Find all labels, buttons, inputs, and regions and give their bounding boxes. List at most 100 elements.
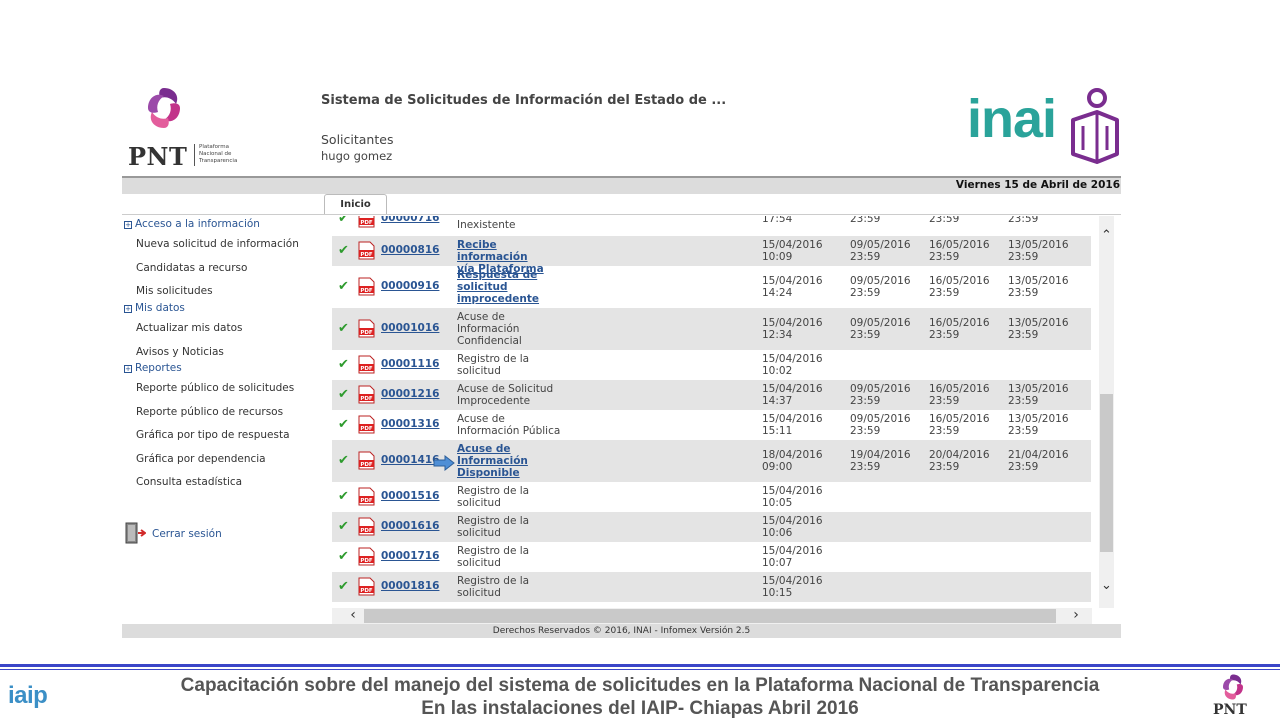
sidebar: + Acceso a la información Nueva solicitud… <box>122 216 324 626</box>
sidebar-item-reporte-solicitudes[interactable]: Reporte público de solicitudes <box>136 382 294 394</box>
svg-text:PDF: PDF <box>360 558 373 564</box>
sidebar-item-grafica-respuesta[interactable]: Gráfica por tipo de respuesta <box>136 429 290 441</box>
status-cell: Información Inexistente <box>457 216 519 231</box>
status-cell: Registro de la solicitud <box>457 575 530 599</box>
pnt-small-logo: PNT <box>1212 672 1256 720</box>
folio-link[interactable]: 00001716 <box>381 550 439 562</box>
header: PNT Plataforma Nacional de Transparencia… <box>122 78 1121 176</box>
solicitudes-table: ✔ PDF 00000716 Información Inexistente 17:54… <box>332 216 1091 606</box>
slide-divider <box>0 664 1280 667</box>
pdf-icon[interactable]: PDF <box>358 547 375 566</box>
folio-link[interactable]: 00000816 <box>381 244 439 256</box>
scroll-up-icon[interactable]: ⌃ <box>1099 228 1114 244</box>
date-cell: 16/05/2016 23:59 <box>929 275 990 299</box>
sidebar-item-avisos[interactable]: Avisos y Noticias <box>136 346 224 358</box>
pnt-flower-icon <box>148 88 180 128</box>
pdf-icon[interactable]: PDF <box>358 241 375 260</box>
status-cell: Registro de la solicitud <box>457 353 530 377</box>
sidebar-item-reporte-recursos[interactable]: Reporte público de recursos <box>136 406 283 418</box>
sidebar-item-mis-solicitudes[interactable]: Mis solicitudes <box>136 285 213 297</box>
slide-caption-line1: Capacitación sobre del manejo del sistem… <box>180 675 1100 696</box>
date-cell: 13/05/2016 23:59 <box>1008 317 1069 341</box>
folio-link[interactable]: 00001316 <box>381 418 439 430</box>
current-date: Viernes 15 de Abril de 2016 <box>955 179 1120 191</box>
vertical-scrollbar[interactable]: ⌃ ⌄ <box>1099 216 1114 608</box>
scroll-right-icon[interactable]: › <box>1067 607 1085 623</box>
pdf-icon[interactable]: PDF <box>358 355 375 374</box>
sidebar-item-candidatas[interactable]: Candidatas a recurso <box>136 262 247 274</box>
date-cell: 15/04/2016 10:07 <box>762 545 823 569</box>
tab-inicio[interactable]: Inicio <box>324 194 387 215</box>
status-cell[interactable]: Acuse de Información Disponible <box>457 443 567 479</box>
logout-label: Cerrar sesión <box>152 528 222 540</box>
pdf-icon[interactable]: PDF <box>358 577 375 596</box>
user-role: Solicitantes <box>321 132 394 147</box>
footer-bar: Derechos Reservados © 2016, INAI - Infom… <box>122 624 1121 638</box>
sidebar-item-nueva-solicitud[interactable]: Nueva solicitud de información <box>136 238 299 250</box>
folio-link[interactable]: 00001016 <box>381 322 439 334</box>
pdf-icon[interactable]: PDF <box>358 517 375 536</box>
pdf-icon[interactable]: PDF <box>358 451 375 470</box>
horizontal-scroll-thumb[interactable] <box>364 609 1056 623</box>
date-cell: 15/04/2016 10:15 <box>762 575 823 599</box>
scroll-down-icon[interactable]: ⌄ <box>1099 578 1114 594</box>
status-cell: Registro de la solicitud <box>457 545 530 569</box>
slide-caption-line2: En las instalaciones del IAIP- Chiapas A… <box>421 698 859 719</box>
folio-link[interactable]: 00001816 <box>381 580 439 592</box>
folio-link[interactable]: 00001216 <box>381 388 439 400</box>
svg-text:PDF: PDF <box>360 588 373 594</box>
inai-logo: inai <box>967 86 1119 164</box>
date-cell: 13/05/2016 23:59 <box>1008 383 1069 407</box>
status-cell[interactable]: Respuesta de solicitud improcedente <box>457 269 567 305</box>
sidebar-item-grafica-dependencia[interactable]: Gráfica por dependencia <box>136 453 266 465</box>
svg-text:PDF: PDF <box>360 220 373 226</box>
pdf-icon[interactable]: PDF <box>358 216 375 228</box>
check-icon: ✔ <box>338 417 349 432</box>
svg-text:PDF: PDF <box>360 396 373 402</box>
vertical-scroll-thumb[interactable] <box>1100 394 1113 552</box>
pnt-subtitle: Plataforma Nacional de Transparencia <box>199 144 238 164</box>
user-name: hugo gomez <box>321 149 393 163</box>
sidebar-item-actualizar-datos[interactable]: Actualizar mis datos <box>136 322 242 334</box>
date-cell: 19/04/2016 23:59 <box>850 449 911 473</box>
date-cell: 13/05/2016 23:59 <box>1008 239 1069 263</box>
svg-text:PDF: PDF <box>360 330 373 336</box>
app-window: PNT Plataforma Nacional de Transparencia… <box>122 78 1121 638</box>
folio-link[interactable]: 00000716 <box>381 216 439 224</box>
folio-link[interactable]: 00001416 <box>381 454 439 466</box>
folio-link[interactable]: 00001516 <box>381 490 439 502</box>
sidebar-section-reportes[interactable]: + Reportes <box>124 362 182 374</box>
date-cell: 09/05/2016 23:59 <box>850 239 911 263</box>
horizontal-scrollbar[interactable]: ‹ › <box>332 607 1092 624</box>
check-icon: ✔ <box>338 489 349 504</box>
pnt-flower-icon <box>1223 674 1243 700</box>
pdf-icon[interactable]: PDF <box>358 415 375 434</box>
pdf-icon[interactable]: PDF <box>358 487 375 506</box>
folio-link[interactable]: 00001116 <box>381 358 439 370</box>
pdf-icon[interactable]: PDF <box>358 319 375 338</box>
pdf-icon[interactable]: PDF <box>358 385 375 404</box>
date-cell: 15/04/2016 14:24 <box>762 275 823 299</box>
svg-text:PDF: PDF <box>360 462 373 468</box>
table-row: ✔ PDF 00000816 Recibe información vía Plata… <box>332 236 1091 275</box>
slide-divider-thin <box>0 669 1280 670</box>
table-row: ✔ PDF 00001316 Acuse de Información Pública… <box>332 410 1091 440</box>
date-cell: 23:59 <box>929 216 960 225</box>
system-title: Sistema de Solicitudes de Información de… <box>321 93 727 108</box>
date-bar: Viernes 15 de Abril de 2016 <box>122 176 1121 194</box>
check-icon: ✔ <box>338 357 349 372</box>
table-row: ✔ PDF 00000916 Respuesta de solicitud impro… <box>332 266 1091 308</box>
sidebar-section-acceso[interactable]: + Acceso a la información <box>124 218 260 230</box>
sidebar-section-mis-datos[interactable]: + Mis datos <box>124 302 185 314</box>
check-icon: ✔ <box>338 279 349 294</box>
folio-link[interactable]: 00001616 <box>381 520 439 532</box>
sidebar-item-consulta-estadistica[interactable]: Consulta estadística <box>136 476 242 488</box>
check-icon: ✔ <box>338 579 349 594</box>
pnt-wordmark: PNT <box>128 142 188 171</box>
table-row: ✔ PDF 00001816 Registro de la solicitud 15/0… <box>332 572 1091 602</box>
date-cell: 13/05/2016 23:59 <box>1008 413 1069 437</box>
pdf-icon[interactable]: PDF <box>358 277 375 296</box>
scroll-left-icon[interactable]: ‹ <box>344 607 362 623</box>
folio-link[interactable]: 00000916 <box>381 280 439 292</box>
date-cell: 15/04/2016 12:34 <box>762 317 823 341</box>
